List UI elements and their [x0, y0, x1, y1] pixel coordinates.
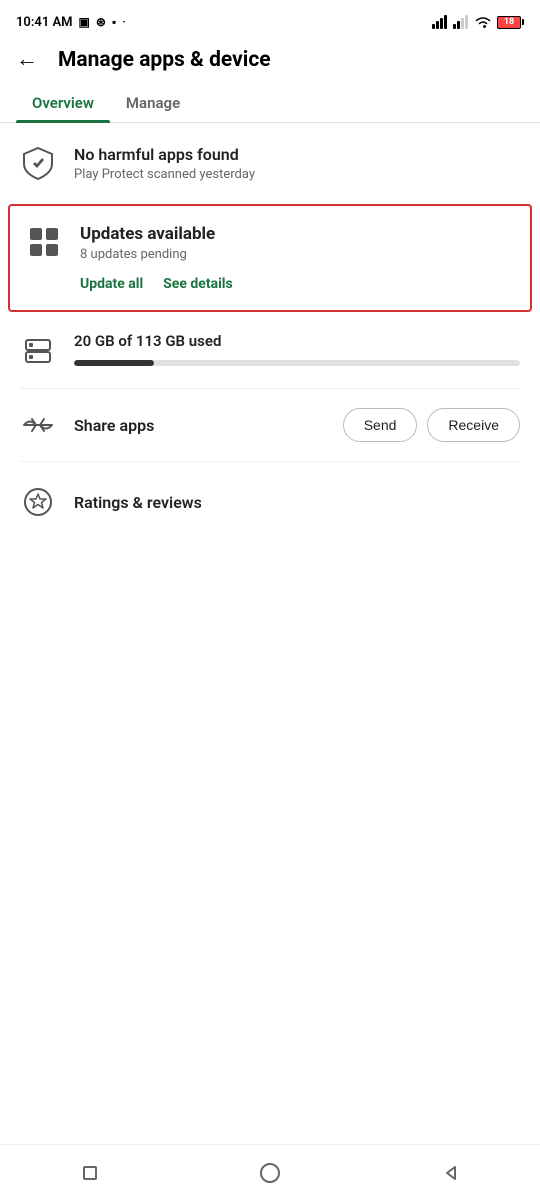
grid-icon: [30, 228, 58, 256]
send-button[interactable]: Send: [343, 408, 418, 442]
notification-icon-1: ▣: [79, 15, 90, 29]
updates-subtitle: 8 updates pending: [80, 247, 514, 262]
update-all-button[interactable]: Update all: [80, 276, 143, 292]
ratings-reviews-section[interactable]: Ratings & reviews: [0, 462, 540, 542]
status-time-group: 10:41 AM ▣ ⊛ ▪ ·: [16, 15, 126, 30]
share-apps-icon: [20, 407, 56, 443]
ratings-title: Ratings & reviews: [74, 493, 520, 512]
page-title: Manage apps & device: [58, 48, 271, 72]
notification-icon-2: ⊛: [96, 15, 106, 29]
tab-bar: Overview Manage: [0, 84, 540, 123]
updates-actions: Update all See details: [80, 276, 514, 292]
storage-title: 20 GB of 113 GB used: [74, 332, 520, 350]
signal-icon-1: [432, 15, 448, 29]
notification-dot: ·: [122, 15, 126, 29]
storage-progress-fill: [74, 360, 154, 366]
play-protect-content: No harmful apps found Play Protect scann…: [74, 145, 520, 182]
storage-progress-track: [74, 360, 520, 366]
play-protect-icon: [20, 145, 56, 181]
see-details-button[interactable]: See details: [163, 276, 233, 292]
storage-section: 20 GB of 113 GB used: [0, 312, 540, 388]
storage-content: 20 GB of 113 GB used: [74, 332, 520, 366]
battery-body: 18: [497, 16, 521, 29]
status-bar: 10:41 AM ▣ ⊛ ▪ · 18: [0, 0, 540, 40]
receive-button[interactable]: Receive: [427, 408, 520, 442]
nav-back-button[interactable]: [435, 1158, 465, 1188]
bottom-nav: [0, 1144, 540, 1200]
notification-icon-3: ▪: [112, 15, 116, 29]
battery-indicator: 18: [497, 16, 524, 29]
updates-icon: [26, 224, 62, 260]
storage-icon: [20, 332, 56, 368]
nav-home-button[interactable]: [255, 1158, 285, 1188]
header: ← Manage apps & device: [0, 40, 540, 84]
share-apps-buttons: Send Receive: [343, 408, 520, 442]
status-indicators: 18: [432, 15, 524, 29]
share-apps-label: Share apps: [74, 416, 325, 435]
battery-level: 18: [504, 17, 514, 27]
ratings-content: Ratings & reviews: [74, 493, 520, 512]
share-apps-title: Share apps: [74, 416, 154, 435]
play-protect-subtitle: Play Protect scanned yesterday: [74, 167, 520, 182]
wifi-icon: [474, 16, 492, 29]
signal-icon-2: [453, 15, 469, 29]
battery-tip: [522, 19, 524, 25]
play-protect-title: No harmful apps found: [74, 145, 520, 164]
main-content: No harmful apps found Play Protect scann…: [0, 123, 540, 542]
play-protect-section: No harmful apps found Play Protect scann…: [0, 123, 540, 204]
back-button[interactable]: ←: [16, 49, 38, 71]
updates-title: Updates available: [80, 224, 514, 244]
nav-recent-button[interactable]: [75, 1158, 105, 1188]
ratings-icon: [20, 484, 56, 520]
updates-content: Updates available 8 updates pending Upda…: [80, 224, 514, 292]
tab-manage[interactable]: Manage: [110, 84, 196, 122]
share-apps-section: Share apps Send Receive: [0, 389, 540, 461]
status-time: 10:41 AM: [16, 15, 73, 30]
updates-card: Updates available 8 updates pending Upda…: [8, 204, 532, 312]
tab-overview[interactable]: Overview: [16, 84, 110, 122]
